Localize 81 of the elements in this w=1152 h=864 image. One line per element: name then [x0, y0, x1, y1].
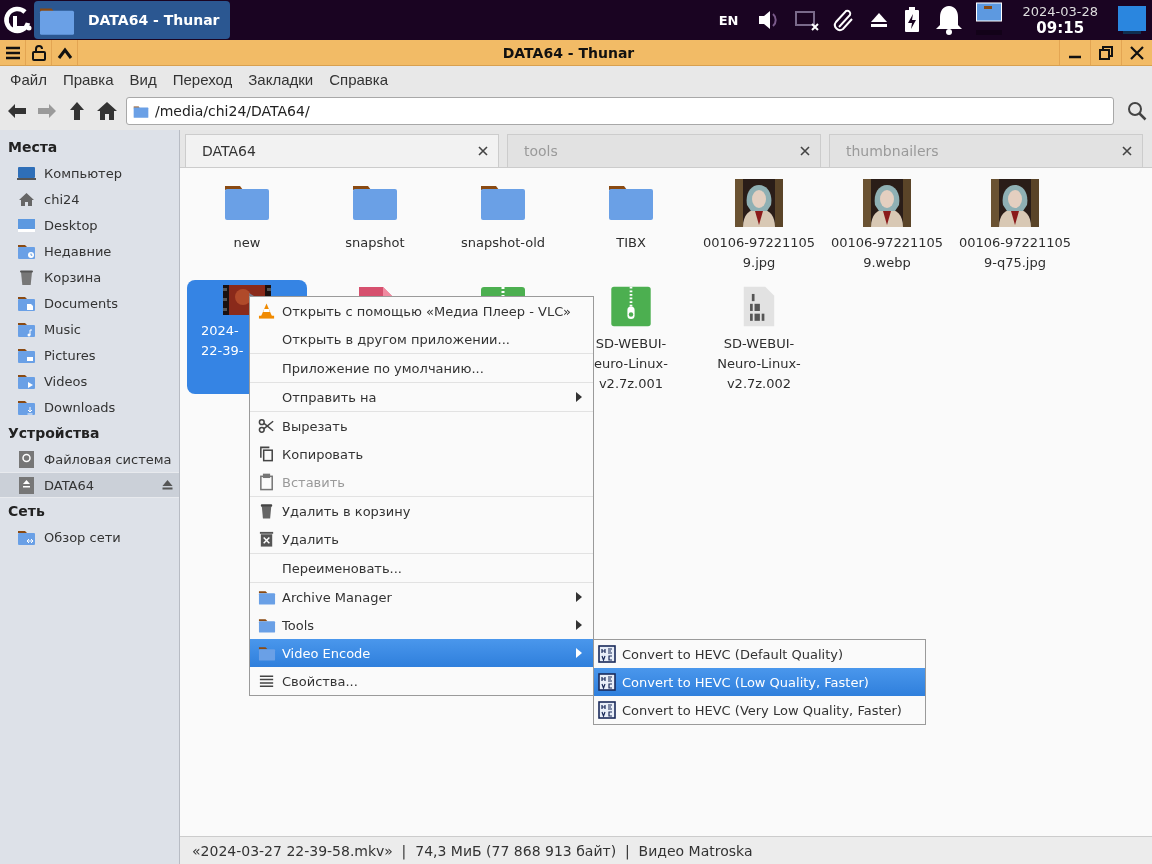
delete-icon	[258, 530, 276, 548]
close-icon[interactable]	[800, 146, 810, 156]
menu-item[interactable]: Video Encode	[250, 639, 593, 667]
window-title: DATA64 - Thunar	[501, 44, 636, 61]
traffic-cone-icon	[258, 302, 276, 320]
grid-badge-icon	[598, 701, 616, 719]
menu-item[interactable]: Вырезать	[250, 412, 593, 440]
menu-item[interactable]: Удалить	[250, 525, 593, 553]
menu-item[interactable]: Копировать	[250, 440, 593, 468]
sidebar-item[interactable]: Documents	[0, 290, 179, 316]
tab[interactable]: DATA64	[185, 134, 499, 167]
tab-label: thumbnailers	[846, 143, 940, 159]
sidebar-item[interactable]: Pictures	[0, 342, 179, 368]
menu-item[interactable]: Tools	[250, 611, 593, 639]
tab-label: DATA64	[202, 143, 257, 159]
file-name: 00106-97221105 9.webp	[830, 234, 944, 272]
sidebar-item[interactable]: Файловая система	[0, 446, 179, 472]
sidebar-heading: Места	[7, 138, 59, 157]
menu-item[interactable]: Переименовать...	[250, 554, 593, 582]
grid-badge-icon	[598, 673, 616, 691]
sidebar-item[interactable]: Обзор сети	[0, 524, 179, 550]
sidebar-item[interactable]: DATA64	[0, 472, 179, 498]
sidebar-heading: Сеть	[7, 502, 46, 521]
menu-item[interactable]: Вид	[121, 70, 165, 88]
close-icon[interactable]	[1122, 146, 1132, 156]
folder-icon	[258, 616, 276, 634]
search-icon[interactable]	[1127, 101, 1147, 121]
menu-item[interactable]: Закладки	[240, 70, 322, 88]
drive-icon	[17, 475, 36, 495]
menu-item[interactable]: Convert to HEVC (Low Quality, Faster)	[594, 668, 925, 696]
menu-item[interactable]: Файл	[2, 70, 55, 88]
file-name: new	[233, 234, 261, 252]
file-name: SD-WEBUI- euro-Linux- v2.7z.001	[594, 335, 668, 393]
tab-label: tools	[524, 143, 559, 159]
status-text: «2024-03-27 22-39-58.mkv» | 74,3 МиБ (77 868 913 байт) | Видео Matroska	[192, 842, 753, 859]
sidebar-item[interactable]: chi24	[0, 186, 179, 212]
restore-icon[interactable]	[1097, 43, 1115, 62]
menu-item[interactable]: Свойства...	[250, 667, 593, 695]
scissors-icon	[258, 417, 276, 435]
sidebar-item[interactable]: Корзина	[0, 264, 179, 290]
file-name: SD-WEBUI- Neuro-Linux- v2.7z.002	[717, 335, 801, 393]
file-name: snapshot	[345, 234, 405, 252]
close-icon[interactable]	[1128, 43, 1146, 62]
sidebar-item[interactable]: Videos	[0, 368, 179, 394]
copy-icon	[258, 445, 276, 463]
menu-item[interactable]: Convert to HEVC (Very Low Quality, Faster)	[594, 696, 925, 724]
file-name: TIBX	[616, 234, 646, 252]
menu-item[interactable]: Правка	[54, 70, 122, 88]
menu-item[interactable]: Справка	[321, 70, 397, 88]
drive-icon	[17, 449, 36, 469]
keyboard-layout[interactable]: EN	[718, 12, 739, 28]
clipboard-icon	[258, 473, 276, 491]
file-name: snapshot-old	[460, 234, 545, 252]
file-name: 00106-97221105 9.jpg	[702, 234, 816, 272]
clock-date: 2024-03-28	[1022, 3, 1098, 19]
folder-icon	[258, 588, 276, 606]
sidebar-item[interactable]: Компьютер	[0, 160, 179, 186]
sidebar-item[interactable]: Недавние	[0, 238, 179, 264]
home-icon[interactable]	[96, 100, 118, 122]
sidebar-item[interactable]: Downloads	[0, 394, 179, 420]
menu-item[interactable]: Переход	[164, 70, 241, 88]
sidebar-item[interactable]: Desktop	[0, 212, 179, 238]
close-icon[interactable]	[478, 146, 488, 156]
menu-item[interactable]: Удалить в корзину	[250, 497, 593, 525]
menu-item[interactable]: Приложение по умолчанию...	[250, 354, 593, 382]
padlock-icon[interactable]	[29, 43, 48, 62]
file-name: 2024- 22-39-	[200, 322, 244, 360]
sidebar-item[interactable]: Music	[0, 316, 179, 342]
sidebar-heading: Устройства	[7, 424, 101, 443]
grid-badge-icon	[598, 645, 616, 663]
file-name: 00106-97221105 9-q75.jpg	[958, 234, 1072, 272]
folder-icon	[258, 644, 276, 662]
clock-time: 09:15	[1036, 18, 1085, 37]
menu-item[interactable]: Archive Manager	[250, 583, 593, 611]
show-desktop-icon[interactable]	[1118, 6, 1146, 34]
menu-item[interactable]: Отправить на	[250, 383, 593, 411]
taskbar-button[interactable]: DATA64 - Thunar	[34, 1, 230, 39]
workspace-thumbnail-icon[interactable]	[976, 2, 1003, 38]
menu-item[interactable]: Convert to HEVC (Default Quality)	[594, 640, 925, 668]
bell-icon[interactable]	[934, 4, 965, 36]
location-field[interactable]: /media/chi24/DATA64/	[126, 97, 1114, 125]
